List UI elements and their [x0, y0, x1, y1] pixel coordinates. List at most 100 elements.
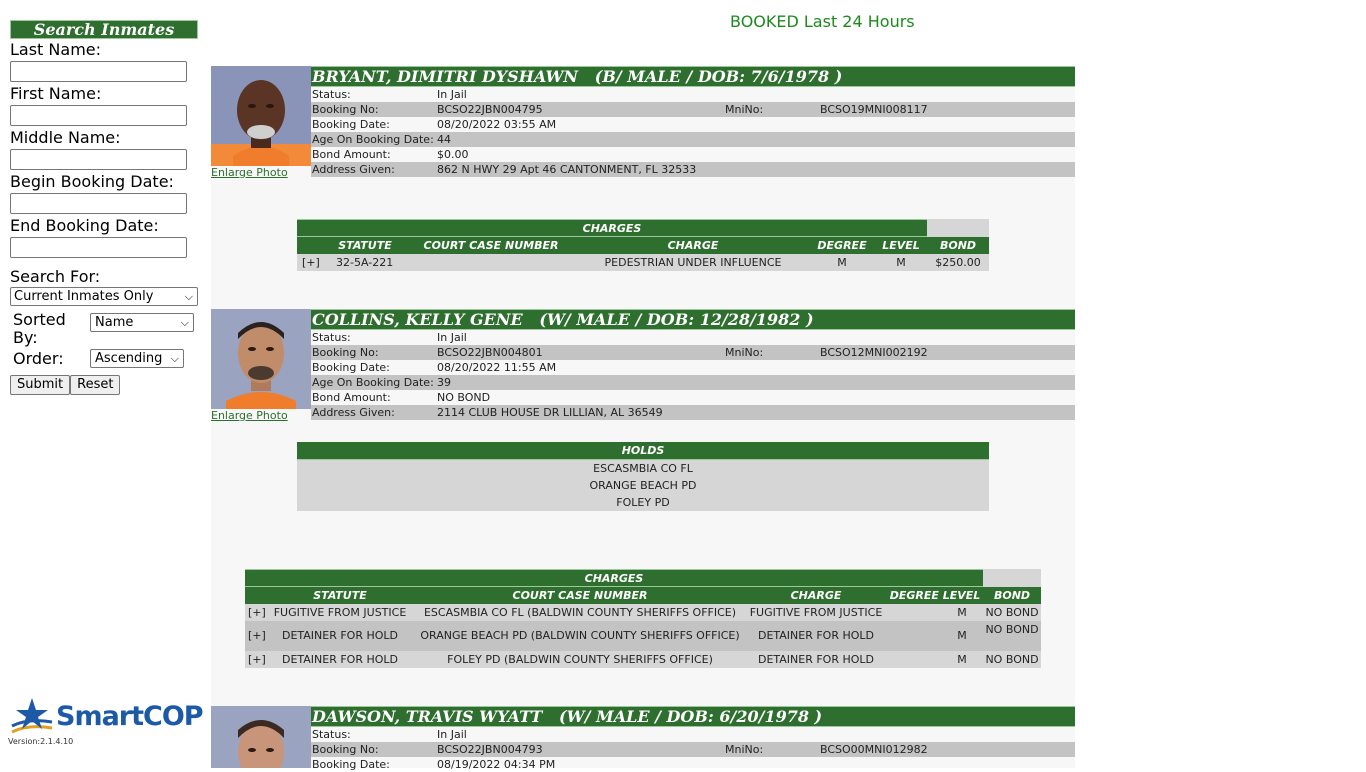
booking-no-label: Booking No:: [312, 346, 379, 359]
charges-title: CHARGES: [245, 569, 983, 587]
status-value: In Jail: [437, 88, 467, 101]
logo-text: SmartCOP: [56, 700, 204, 732]
status-label: Status:: [312, 88, 351, 101]
inmate-name: COLLINS, KELLY GENE (W/ MALE / DOB: 12/2…: [311, 309, 1075, 330]
status-value: In Jail: [437, 728, 467, 741]
statute-cell: DETAINER FOR HOLD: [281, 653, 399, 666]
charges-header-row: STATUTE COURT CASE NUMBER CHARGE DEGREE …: [297, 237, 989, 254]
inmate-info: BRYANT, DIMITRI DYSHAWN (B/ MALE / DOB: …: [311, 66, 1075, 177]
sorted-by-select[interactable]: Name ⌵: [90, 313, 194, 332]
col-degree-level: DEGREE LEVEL: [889, 589, 981, 602]
page-title: BOOKED Last 24 Hours: [730, 12, 915, 31]
order-value: Ascending: [95, 351, 163, 366]
hold-item: ESCASMBIA CO FL: [297, 460, 989, 477]
order-label: Order:: [13, 348, 64, 368]
statute-cell: DETAINER FOR HOLD: [281, 629, 399, 642]
search-for-value: Current Inmates Only: [14, 289, 154, 304]
mugshot-image: [211, 706, 311, 768]
version-text: Version:2.1.4.10: [8, 737, 74, 746]
enlarge-photo-link[interactable]: Enlarge Photo: [211, 166, 288, 179]
last-name-input[interactable]: [10, 61, 187, 82]
charge-cell: DETAINER FOR HOLD: [757, 653, 875, 666]
begin-booking-date-input[interactable]: [10, 193, 187, 214]
booking-no-value: BCSO22JBN004793: [437, 743, 543, 756]
table-row: [+] FUGITIVE FROM JUSTICE ESCASMBIA CO F…: [245, 604, 1041, 621]
first-name-input[interactable]: [10, 105, 187, 126]
hold-item: FOLEY PD: [297, 494, 989, 511]
reset-button[interactable]: Reset: [70, 375, 121, 395]
sorted-by-label: Sorted By:: [13, 310, 66, 347]
expand-toggle[interactable]: [+]: [248, 604, 266, 621]
table-row: [+] DETAINER FOR HOLD FOLEY PD (BALDWIN …: [245, 651, 1041, 668]
court-case-cell: FOLEY PD (BALDWIN COUNTY SHERIFFS OFFICE…: [447, 653, 713, 666]
hold-item: ORANGE BEACH PD: [297, 477, 989, 494]
mni-no-label: MniNo:: [725, 346, 764, 359]
mugshot-image: [211, 309, 311, 409]
middle-name-label: Middle Name:: [10, 128, 121, 147]
booking-no-value: BCSO22JBN004795: [437, 103, 543, 116]
first-name-label: First Name:: [10, 84, 102, 103]
bond-cell: NO BOND: [985, 653, 1039, 666]
holds-title: HOLDS: [297, 442, 989, 460]
order-select[interactable]: Ascending ⌵: [90, 349, 184, 368]
expand-toggle[interactable]: [+]: [248, 651, 266, 668]
inmate-name: DAWSON, TRAVIS WYATT (W/ MALE / DOB: 6/2…: [311, 706, 1075, 727]
degree-cell: M: [837, 256, 847, 269]
holds-table: HOLDS ESCASMBIA CO FL ORANGE BEACH PD FO…: [297, 442, 989, 511]
search-panel: Search Inmates Last Name: First Name: Mi…: [10, 20, 200, 395]
enlarge-photo-link[interactable]: Enlarge Photo: [211, 409, 288, 422]
submit-button[interactable]: Submit: [10, 375, 71, 395]
search-for-select[interactable]: Current Inmates Only ⌵: [10, 287, 198, 306]
booking-date-label: Booking Date:: [312, 118, 390, 131]
mni-no-label: MniNo:: [725, 103, 764, 116]
address-label: Address Given:: [312, 163, 395, 176]
end-booking-date-label: End Booking Date:: [10, 216, 159, 235]
bond-cell: NO BOND: [985, 623, 1039, 636]
search-panel-header: Search Inmates: [10, 20, 198, 39]
col-bond: BOND: [993, 589, 1031, 602]
address-label: Address Given:: [312, 406, 395, 419]
status-value: In Jail: [437, 331, 467, 344]
chevron-down-icon: ⌵: [184, 290, 193, 303]
mni-no-value: BCSO12MNI002192: [820, 346, 928, 359]
booking-date-value: 08/19/2022 04:34 PM: [437, 758, 556, 771]
last-name-label: Last Name:: [10, 40, 102, 59]
expand-toggle[interactable]: [+]: [248, 621, 266, 651]
middle-name-input[interactable]: [10, 149, 187, 170]
star-logo-icon: [11, 698, 53, 734]
inmate-photo[interactable]: [211, 706, 311, 768]
smartcop-logo: SmartCOP Version:2.1.4.10: [8, 696, 204, 746]
mni-no-value: BCSO00MNI012982: [820, 743, 928, 756]
col-charge: CHARGE: [790, 589, 842, 602]
court-case-cell: ORANGE BEACH PD (BALDWIN COUNTY SHERIFFS…: [420, 629, 740, 642]
inmate-photo[interactable]: [211, 66, 311, 166]
degree-level-cell: M: [957, 606, 967, 619]
charge-cell: DETAINER FOR HOLD: [757, 629, 875, 642]
expand-toggle[interactable]: [+]: [302, 254, 320, 271]
table-row: [+] DETAINER FOR HOLD ORANGE BEACH PD (B…: [245, 621, 1041, 651]
col-statute: STATUTE: [338, 239, 392, 252]
status-label: Status:: [312, 331, 351, 344]
col-statute: STATUTE: [313, 589, 367, 602]
charges-table: CHARGES STATUTE COURT CASE NUMBER CHARGE…: [297, 219, 989, 271]
statute-cell: FUGITIVE FROM JUSTICE: [273, 606, 407, 619]
mni-no-label: MniNo:: [725, 743, 764, 756]
col-level: LEVEL: [882, 239, 920, 252]
level-cell: M: [896, 256, 906, 269]
sorted-by-value: Name: [95, 315, 134, 330]
charges-table: CHARGES STATUTE COURT CASE NUMBER CHARGE…: [245, 569, 1041, 668]
inmate-photo[interactable]: [211, 309, 311, 409]
col-bond: BOND: [939, 239, 977, 252]
booking-date-label: Booking Date:: [312, 361, 390, 374]
end-booking-date-input[interactable]: [10, 237, 187, 258]
charge-cell: FUGITIVE FROM JUSTICE: [749, 606, 883, 619]
col-charge: CHARGE: [667, 239, 719, 252]
col-court-case-number: COURT CASE NUMBER: [423, 239, 559, 252]
bond-cell: NO BOND: [985, 606, 1039, 619]
bond-amount-value: $0.00: [437, 148, 469, 161]
charge-cell: PEDESTRIAN UNDER INFLUENCE: [604, 256, 782, 269]
bond-cell: $250.00: [935, 256, 981, 269]
mugshot-image: [211, 66, 311, 166]
age-value: 44: [437, 133, 451, 146]
age-label: Age On Booking Date:: [312, 133, 434, 146]
